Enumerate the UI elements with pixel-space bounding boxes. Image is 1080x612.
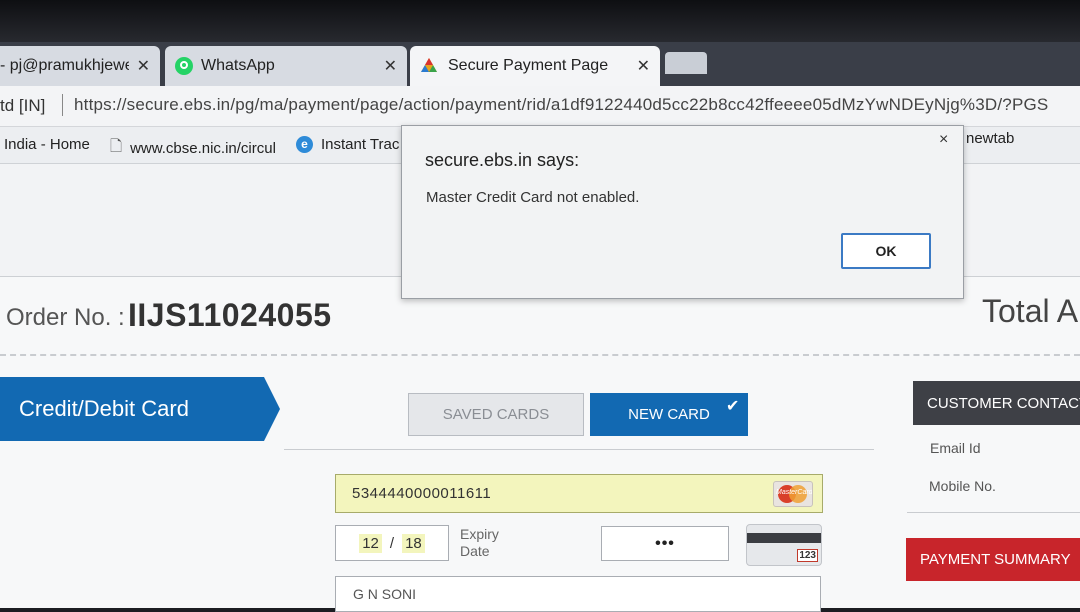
- order-label: Order No. :: [6, 304, 125, 331]
- bookmark-cbse[interactable]: 🗋 www.cbse.nic.in/circul: [110, 136, 276, 161]
- card-number-input[interactable]: 5344440000011611: [335, 474, 823, 513]
- expiry-label: Expiry Date: [460, 526, 520, 560]
- tab-email[interactable]: - pj@pramukhjewe ✕: [0, 46, 160, 86]
- expiry-month: 12: [359, 533, 382, 553]
- divider: [62, 94, 63, 116]
- card-brand-text: MasterCard: [776, 489, 813, 496]
- cvv-input[interactable]: •••: [601, 526, 729, 561]
- payment-method-tab-card[interactable]: Credit/Debit Card: [0, 377, 264, 441]
- saved-cards-button[interactable]: SAVED CARDS: [408, 393, 584, 436]
- mastercard-icon: MasterCard: [773, 481, 813, 507]
- mobile-label: Mobile No.: [929, 478, 996, 494]
- url-text[interactable]: https://secure.ebs.in/pg/ma/payment/page…: [74, 95, 1048, 115]
- cvv-icon-number: 123: [797, 549, 818, 562]
- expiry-label-line1: Expiry: [460, 526, 499, 542]
- total-amount-label: Total A: [982, 293, 1079, 329]
- bookmark-label: India - Home: [4, 136, 90, 153]
- checkmark-icon: ✔: [726, 398, 740, 415]
- bookmark-instant-track[interactable]: e Instant Trac: [296, 136, 399, 153]
- customer-contact-header: CUSTOMER CONTACT: [913, 381, 1080, 425]
- bookmark-label: www.cbse.nic.in/circul: [130, 140, 276, 157]
- new-tab-button[interactable]: [665, 52, 707, 74]
- bookmark-label: Instant Trac: [321, 136, 400, 153]
- expiry-date-input[interactable]: 12 / 18: [335, 525, 449, 561]
- new-card-button[interactable]: NEW CARD: [590, 393, 748, 436]
- tab-label: - pj@pramukhjewe: [0, 57, 129, 74]
- tab-whatsapp[interactable]: WhatsApp ✕: [165, 46, 407, 86]
- expiry-separator: /: [389, 534, 395, 552]
- dialog-title: secure.ebs.in says:: [425, 150, 580, 170]
- cardholder-name-input[interactable]: G N SONI: [335, 576, 821, 612]
- site-identity[interactable]: td [IN]: [0, 96, 45, 116]
- divider: [284, 449, 874, 450]
- payment-summary-header: PAYMENT SUMMARY: [906, 538, 1080, 581]
- expiry-year: 18: [402, 533, 425, 553]
- page-icon: 🗋: [110, 138, 123, 155]
- order-number: IIJS11024055: [128, 297, 332, 333]
- divider: [907, 512, 1080, 513]
- monitor-bezel: [0, 0, 1080, 48]
- cvv-card-icon: 123: [746, 524, 822, 566]
- whatsapp-icon: [175, 57, 193, 75]
- tab-secure-payment[interactable]: Secure Payment Page ✕: [410, 46, 660, 86]
- close-icon[interactable]: ✕: [637, 56, 650, 76]
- e-logo-icon: e: [296, 136, 313, 153]
- bookmark-newtab[interactable]: newtab: [966, 130, 1014, 147]
- bookmark-india-home[interactable]: India - Home: [4, 136, 90, 153]
- site-logo-icon: [420, 57, 438, 75]
- email-label: Email Id: [930, 440, 981, 456]
- close-icon[interactable]: ×: [939, 131, 948, 149]
- close-icon[interactable]: ✕: [384, 56, 397, 76]
- close-icon[interactable]: ✕: [137, 56, 150, 76]
- dialog-message: Master Credit Card not enabled.: [426, 189, 640, 206]
- expiry-label-line2: Date: [460, 543, 490, 559]
- tab-label: WhatsApp: [201, 57, 275, 74]
- tab-arrow: [264, 377, 280, 441]
- ok-button[interactable]: OK: [841, 233, 931, 269]
- dashed-divider: [0, 354, 1080, 356]
- tab-label: Secure Payment Page: [448, 57, 609, 74]
